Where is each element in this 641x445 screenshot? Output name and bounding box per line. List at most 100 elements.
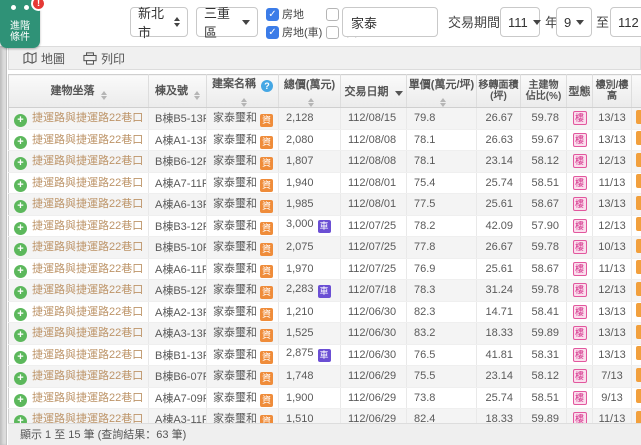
expand-row-icon[interactable]: + — [14, 308, 27, 321]
checkbox-unchecked-icon[interactable] — [326, 8, 339, 21]
sort-icon[interactable] — [101, 91, 107, 100]
sort-icon[interactable] — [440, 98, 446, 107]
table-row: +捷運路與捷運路22巷口A棟A7-09F號家泰璽和資1,900112/06/29… — [9, 387, 641, 409]
address-link[interactable]: 捷運路與捷運路22巷口 — [32, 177, 143, 189]
cell-project: 家泰璽和資 — [207, 237, 279, 259]
project-info-badge[interactable]: 資 — [260, 243, 273, 256]
col-area-label: 移轉面積 — [477, 80, 520, 91]
building-type-badge: 樓 — [573, 348, 587, 362]
expand-row-icon[interactable]: + — [14, 351, 27, 364]
month-from-select[interactable]: 9 — [556, 7, 592, 37]
project-info-badge[interactable]: 資 — [260, 157, 273, 170]
address-link[interactable]: 捷運路與捷運路22巷口 — [32, 349, 143, 361]
cell-transaction — [632, 301, 641, 323]
filter-checkbox-房地(車)[interactable]: ✓房地(車) — [266, 23, 322, 41]
checkbox-checked-icon[interactable]: ✓ — [266, 26, 279, 39]
col-project[interactable]: 建案名稱 ? — [207, 75, 279, 108]
expand-row-icon[interactable]: + — [14, 415, 27, 423]
expand-row-icon[interactable]: + — [14, 157, 27, 170]
print-button[interactable]: 列印 — [83, 50, 125, 67]
expand-row-icon[interactable]: + — [14, 329, 27, 342]
sort-icon[interactable] — [194, 91, 200, 100]
cell-project: 家泰璽和資 — [207, 172, 279, 194]
col-transaction[interactable]: 交 — [632, 75, 641, 108]
address-link[interactable]: 捷運路與捷運路22巷口 — [32, 263, 143, 275]
col-floor[interactable]: 樓別/樓高 — [593, 75, 632, 108]
cell-price: 2,075 — [279, 237, 341, 259]
address-link[interactable]: 捷運路與捷運路22巷口 — [32, 220, 143, 232]
map-button[interactable]: 地圖 — [23, 50, 65, 67]
year-from-select[interactable]: 111 — [500, 7, 540, 37]
project-info-badge[interactable]: 資 — [260, 179, 273, 192]
address-link[interactable]: 捷運路與捷運路22巷口 — [32, 155, 143, 167]
collapsed-panel-strip[interactable] — [0, 46, 7, 445]
project-info-badge[interactable]: 資 — [260, 372, 273, 385]
month-from-value: 9 — [564, 15, 571, 30]
address-link[interactable]: 捷運路與捷運路22巷口 — [32, 327, 143, 339]
help-icon[interactable]: ? — [261, 80, 273, 92]
expand-row-icon[interactable]: + — [14, 200, 27, 213]
building-type-badge: 樓 — [573, 391, 587, 405]
col-area[interactable]: 移轉面積 (坪) — [477, 75, 521, 108]
address-link[interactable]: 捷運路與捷運路22巷口 — [32, 134, 143, 146]
table-row: +捷運路與捷運路22巷口B棟B6-07F號家泰璽和資1,748112/06/29… — [9, 366, 641, 388]
address-link[interactable]: 捷運路與捷運路22巷口 — [32, 413, 143, 423]
city-select[interactable]: 新北市 — [130, 7, 188, 37]
col-type[interactable]: 型態 — [567, 75, 593, 108]
project-info-badge[interactable]: 資 — [260, 351, 273, 364]
address-link[interactable]: 捷運路與捷運路22巷口 — [32, 112, 143, 124]
col-date[interactable]: 交易日期 — [341, 75, 407, 108]
cell-floor: 12/13 — [593, 215, 632, 237]
col-address[interactable]: 建物坐落 — [9, 75, 149, 108]
col-unit[interactable]: 棟及號 — [149, 75, 207, 108]
expand-row-icon[interactable]: + — [14, 265, 27, 278]
expand-row-icon[interactable]: + — [14, 179, 27, 192]
building-type-badge: 樓 — [573, 176, 587, 190]
transaction-count-badge — [636, 217, 641, 231]
project-info-badge[interactable]: 資 — [260, 415, 273, 423]
checkbox-checked-icon[interactable]: ✓ — [266, 8, 279, 21]
sort-icon[interactable] — [308, 98, 314, 107]
year-to-select[interactable]: 112 — [610, 7, 641, 37]
col-unit-price[interactable]: 單價(萬元/坪) — [407, 75, 477, 108]
price-value: 2,080 — [286, 134, 314, 146]
address-link[interactable]: 捷運路與捷運路22巷口 — [32, 392, 143, 404]
district-select[interactable]: 三重區 — [196, 7, 258, 37]
project-info-badge[interactable]: 資 — [260, 308, 273, 321]
project-info-badge[interactable]: 資 — [260, 265, 273, 278]
table-row: +捷運路與捷運路22巷口A棟A6-11F號家泰璽和資1,970112/07/25… — [9, 258, 641, 280]
project-info-badge[interactable]: 資 — [260, 136, 273, 149]
chevron-down-icon — [533, 20, 541, 25]
project-info-badge[interactable]: 資 — [260, 329, 273, 342]
project-info-badge[interactable]: 資 — [260, 222, 273, 235]
address-link[interactable]: 捷運路與捷運路22巷口 — [32, 306, 143, 318]
address-link[interactable]: 捷運路與捷運路22巷口 — [32, 198, 143, 210]
project-info-badge[interactable]: 資 — [260, 286, 273, 299]
address-link[interactable]: 捷運路與捷運路22巷口 — [32, 370, 143, 382]
expand-row-icon[interactable]: + — [14, 372, 27, 385]
expand-row-icon[interactable]: + — [14, 286, 27, 299]
col-main-ratio[interactable]: 主建物 佔比(%) — [521, 75, 567, 108]
expand-row-icon[interactable]: + — [14, 114, 27, 127]
cell-project: 家泰璽和資 — [207, 280, 279, 302]
filter-checkbox-房地[interactable]: ✓房地 — [266, 5, 322, 23]
advanced-filter-tab[interactable]: 進階 條件 ! — [0, 0, 40, 48]
sort-desc-icon[interactable] — [395, 91, 403, 96]
checkbox-unchecked-icon[interactable] — [326, 26, 339, 39]
keyword-input[interactable] — [342, 7, 438, 37]
cell-unit: A棟A6-13F號 — [149, 194, 207, 216]
building-type-badge: 樓 — [573, 154, 587, 168]
project-info-badge[interactable]: 資 — [260, 114, 273, 127]
cell-type: 樓 — [567, 280, 593, 302]
expand-row-icon[interactable]: + — [14, 243, 27, 256]
expand-row-icon[interactable]: + — [14, 222, 27, 235]
project-info-badge[interactable]: 資 — [260, 200, 273, 213]
address-link[interactable]: 捷運路與捷運路22巷口 — [32, 241, 143, 253]
project-info-badge[interactable]: 資 — [260, 394, 273, 407]
col-price[interactable]: 總價(萬元) — [279, 75, 341, 108]
address-link[interactable]: 捷運路與捷運路22巷口 — [32, 284, 143, 296]
expand-row-icon[interactable]: + — [14, 394, 27, 407]
expand-row-icon[interactable]: + — [14, 136, 27, 149]
cell-price: 1,970 — [279, 258, 341, 280]
sort-icon[interactable] — [241, 98, 247, 107]
